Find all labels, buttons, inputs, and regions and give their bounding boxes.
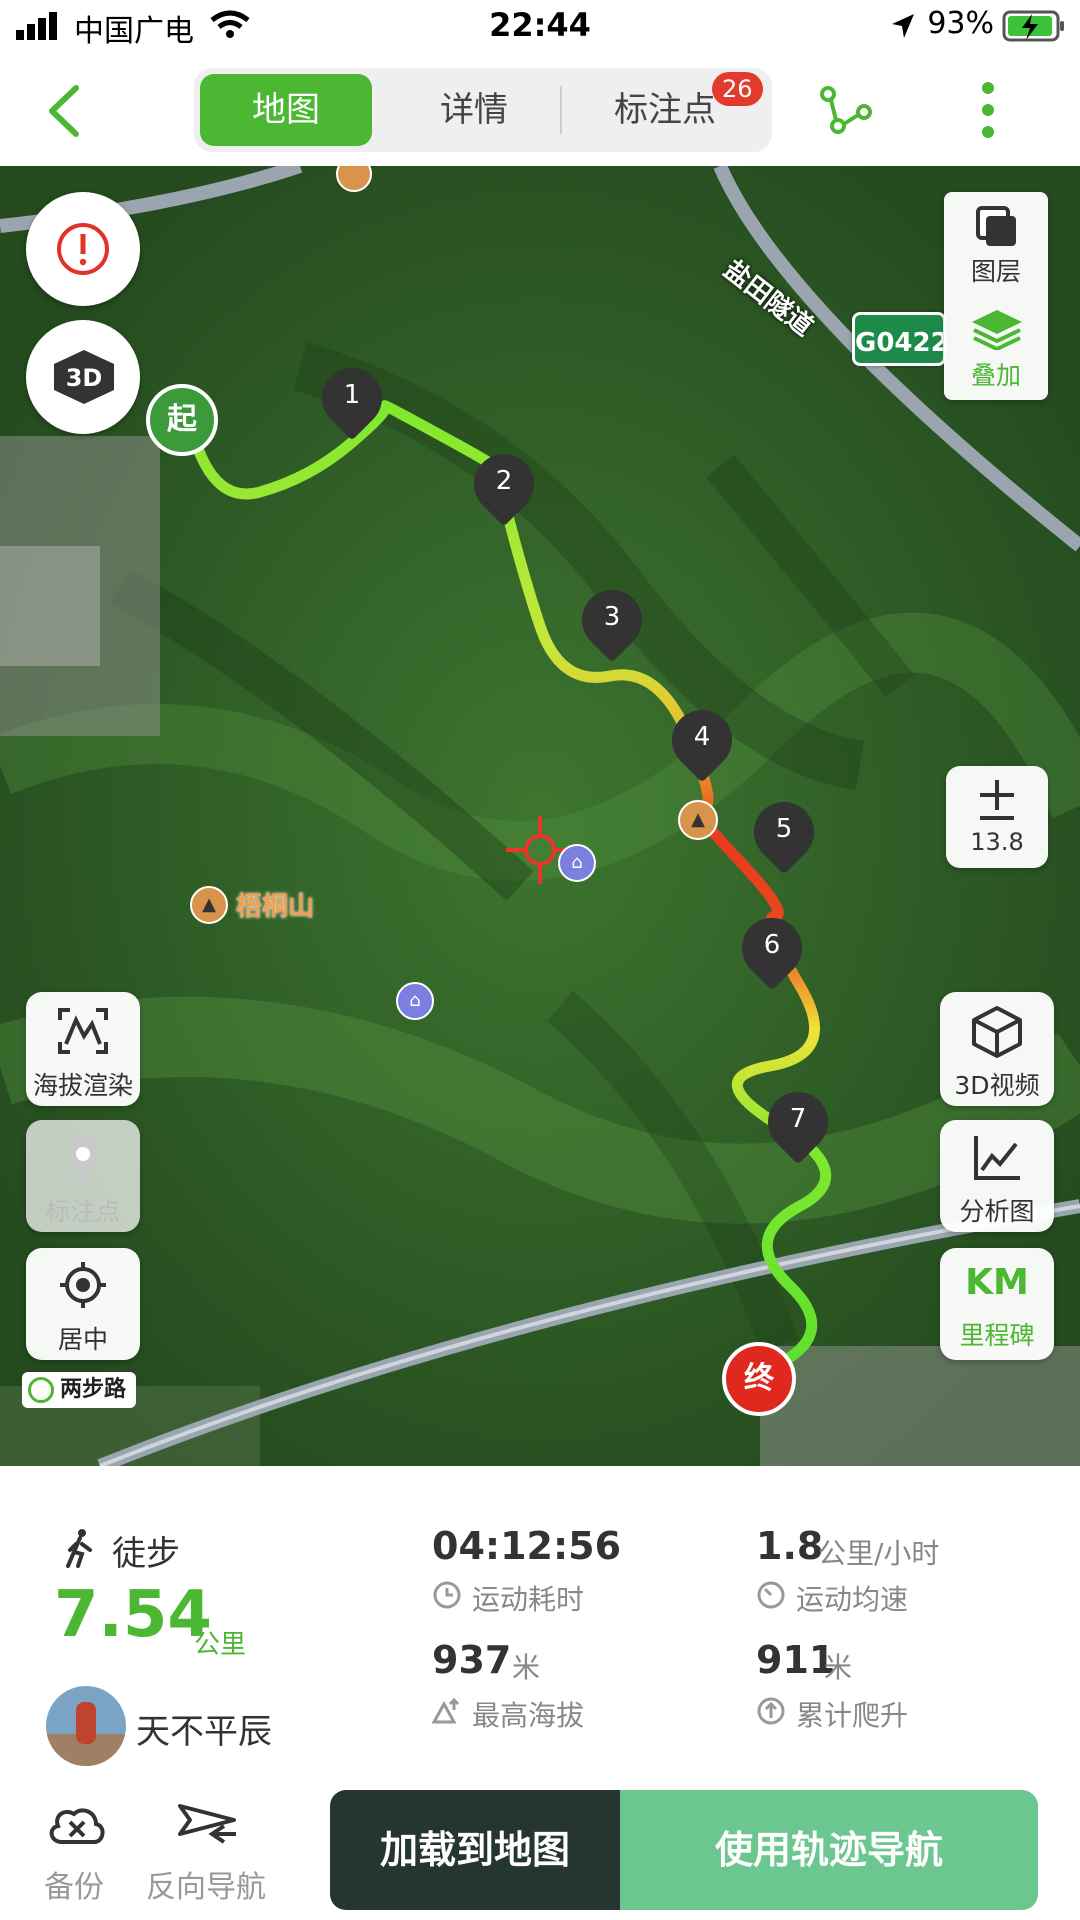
waypoint-label: 1 [343,380,361,410]
load-to-map-button[interactable]: 加载到地图 [330,1790,620,1910]
max-altitude-value: 937 [432,1638,512,1682]
layers-label[interactable]: 图层 [944,252,1048,288]
center-button[interactable]: 居中 [26,1248,140,1360]
mountain-poi-icon[interactable]: ▲ [190,886,228,924]
markers-toggle-label: 标注点 [45,1197,121,1226]
markers-count-badge: 26 [712,72,763,106]
summary-panel: 徒步 7.54 公里 04:12:56 运动耗时 1.8 公里/小时 运动均速 … [0,1466,1080,1920]
analysis-label: 分析图 [959,1197,1035,1226]
layers-panel: 图层 叠加 [944,192,1048,400]
brand-name: 两步路 [59,1377,126,1402]
max-altitude-unit: 米 [512,1651,541,1684]
zoom-in-icon [980,780,1014,820]
track-navigate-button[interactable]: 使用轨迹导航 [620,1790,1038,1910]
speed-value: 1.8 [756,1524,824,1568]
climb-icon [757,1697,785,1725]
climb-unit: 米 [824,1651,853,1684]
zoom-level: 13.8 [970,828,1024,856]
elevation-render-label: 海拔渲染 [32,1071,133,1100]
end-marker[interactable]: 终 [722,1342,796,1416]
cloud-backup-icon[interactable] [46,1800,108,1850]
temple-poi-icon[interactable]: ⌂ [558,844,596,882]
speedometer-icon [757,1581,785,1609]
duration-value: 04:12:56 [432,1524,622,1568]
speed-unit: 公里/小时 [818,1537,940,1570]
battery-icon [1002,10,1064,42]
overlay-stack-icon[interactable] [970,308,1024,350]
tab-divider [560,86,562,134]
chart-icon [974,1136,1020,1180]
user-name[interactable]: 天不平辰 [136,1704,272,1753]
back-icon[interactable] [44,84,84,138]
distance-value: 7.54 [54,1578,212,1652]
clock-icon [433,1581,461,1609]
tab-bar: 地图 详情 标注点 [194,68,772,152]
waypoint-label: 2 [495,466,513,496]
map-view[interactable]: 盐田隧道 G0422 ▲ 梧桐山 ▲ ⌂ ⌂ 起 终 1 2 3 4 5 6 7… [0,166,1080,1466]
more-icon[interactable] [978,80,998,140]
avatar[interactable] [46,1686,126,1766]
speed-label: 运动均速 [796,1583,909,1616]
zoom-button[interactable]: 13.8 [946,766,1048,868]
overlay-label[interactable]: 叠加 [944,356,1048,392]
peak-poi-icon[interactable]: ▲ [678,800,718,840]
nav-bar: 地图 详情 标注点 26 [0,54,1080,166]
reverse-nav-icon[interactable] [176,1800,240,1850]
milestone-button[interactable]: KM 里程碑 [940,1248,1054,1360]
highway-shield: G0422 [852,312,949,366]
3d-video-button[interactable]: 3D视频 [940,992,1054,1106]
waypoint-label: 3 [603,602,621,632]
status-bar: 中国广电 22:44 93% [0,0,1080,54]
locate-icon [60,1262,106,1308]
milestone-label: 里程碑 [959,1321,1035,1350]
tab-map[interactable]: 地图 [200,74,372,146]
backup-label[interactable]: 备份 [44,1862,104,1906]
mountain-label[interactable]: 梧桐山 [236,886,314,923]
start-marker[interactable]: 起 [146,384,218,456]
waypoint-label: 4 [693,722,711,752]
waypoint-label: 7 [789,1104,807,1134]
center-label: 居中 [57,1325,108,1354]
clock: 22:44 [489,6,591,44]
duration-label: 运动耗时 [472,1583,585,1616]
distance-unit: 公里 [194,1630,247,1660]
elevation-icon [58,1008,108,1054]
markers-toggle-button[interactable]: 标注点 [26,1120,140,1232]
share-route-icon[interactable] [818,84,874,136]
brand-icon [28,1377,54,1403]
climb-label: 累计爬升 [796,1699,909,1732]
activity-type: 徒步 [112,1534,180,1574]
reverse-nav-label[interactable]: 反向导航 [146,1862,266,1906]
3d-video-label: 3D视频 [954,1071,1040,1100]
max-altitude-label: 最高海拔 [472,1699,585,1732]
hiker-icon [66,1529,92,1568]
3d-icon: 3D [54,350,114,404]
3d-toggle-button[interactable]: 3D [26,320,140,434]
brand-logo: 两步路 [22,1372,136,1408]
mountain-icon [432,1697,460,1724]
footprint-icon [68,1136,98,1182]
cube-icon [972,1006,1022,1058]
alert-icon [57,223,109,275]
temple-poi-icon[interactable]: ⌂ [396,982,434,1020]
svg-text:3D: 3D [66,364,103,392]
waypoint-label: 6 [763,930,781,960]
km-label: KM [965,1262,1029,1303]
analysis-button[interactable]: 分析图 [940,1120,1054,1232]
waypoint-label: 5 [775,814,793,844]
battery-percent: 93% [927,6,994,41]
elevation-render-button[interactable]: 海拔渲染 [26,992,140,1106]
layers-icon[interactable] [974,204,1020,250]
tab-details[interactable]: 详情 [378,74,570,146]
location-arrow-icon [892,14,914,38]
report-button[interactable] [26,192,140,306]
